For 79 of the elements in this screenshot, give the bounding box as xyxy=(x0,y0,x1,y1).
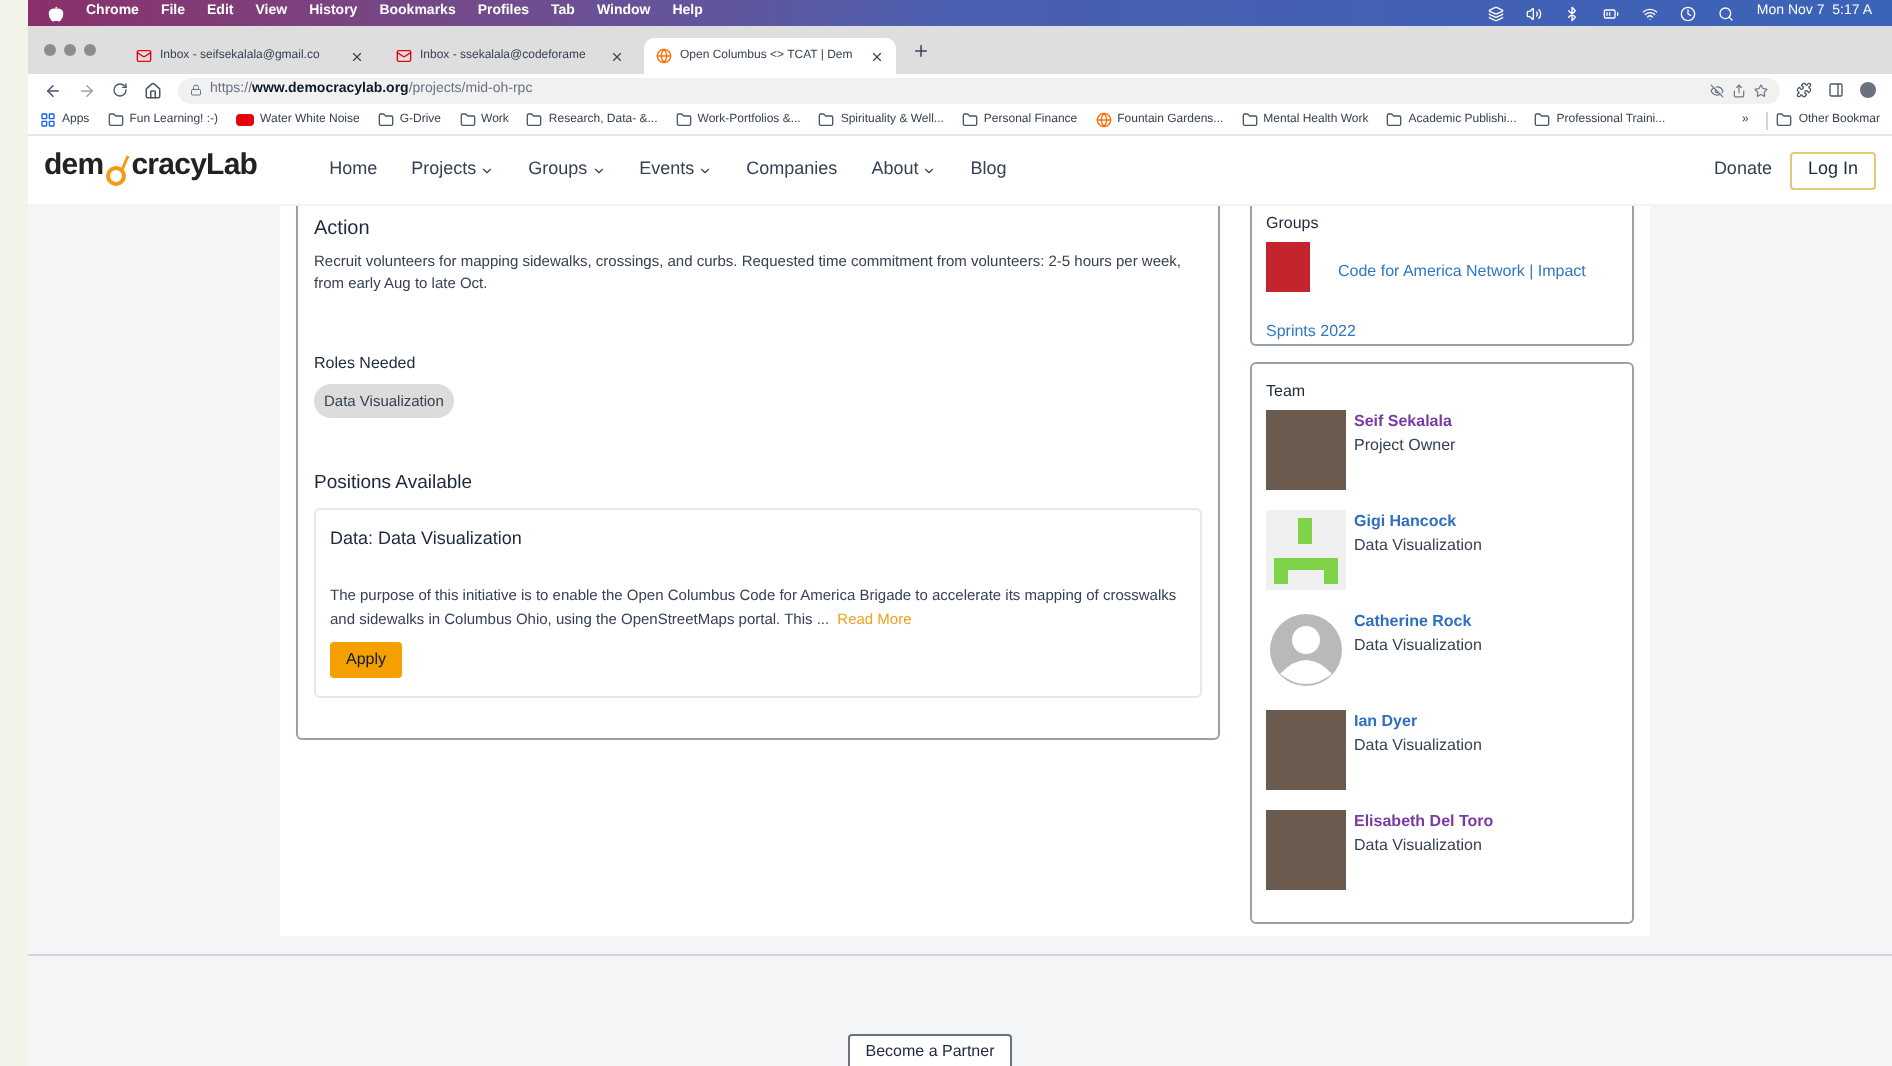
play-icon xyxy=(236,114,255,126)
bluetooth-icon[interactable] xyxy=(1564,5,1581,21)
folder-icon xyxy=(1386,112,1403,128)
nav-link[interactable]: Companies xyxy=(746,156,838,184)
profile-avatar[interactable] xyxy=(1860,82,1876,98)
puzzle-icon[interactable] xyxy=(1796,82,1812,98)
home-icon[interactable] xyxy=(144,81,162,99)
folder-icon xyxy=(1241,112,1258,128)
lock-icon xyxy=(190,84,202,96)
caret-icon xyxy=(698,163,713,177)
section-heading: Roles Needed xyxy=(314,352,418,376)
login-button[interactable]: Log In xyxy=(1789,151,1876,189)
folder-icon xyxy=(675,112,692,128)
close-icon[interactable] xyxy=(610,49,624,63)
member-name-link[interactable]: Seif Sekalala xyxy=(1354,410,1456,434)
folder-icon xyxy=(961,112,978,128)
member-role: Data Visualization xyxy=(1354,834,1484,858)
battery-icon[interactable] xyxy=(1602,5,1621,21)
star-icon[interactable] xyxy=(1754,83,1768,97)
globe-icon xyxy=(1095,112,1112,128)
apple-icon[interactable] xyxy=(48,5,64,21)
search-icon[interactable] xyxy=(1718,5,1735,21)
folder-icon xyxy=(526,112,543,128)
folder-icon xyxy=(377,112,394,128)
forward-icon[interactable] xyxy=(78,81,96,99)
layers-icon[interactable] xyxy=(1488,5,1505,21)
nav-link[interactable]: Home xyxy=(329,156,378,184)
folder-icon xyxy=(818,112,835,128)
clock-icon[interactable] xyxy=(1680,5,1697,21)
volume-icon[interactable] xyxy=(1526,5,1543,21)
folder-icon xyxy=(1776,112,1793,128)
avatar-silhouette-icon xyxy=(1266,610,1346,690)
donate-link[interactable]: Donate xyxy=(1713,156,1772,184)
apply-button[interactable]: Apply xyxy=(330,642,403,678)
member-name-link[interactable]: Catherine Rock xyxy=(1354,610,1482,634)
member-role: Data Visualization xyxy=(1354,634,1482,658)
back-icon[interactable] xyxy=(44,81,62,99)
member-role: Data Visualization xyxy=(1354,734,1482,758)
nav-link[interactable]: Groups xyxy=(528,156,606,184)
wifi-icon[interactable] xyxy=(1642,5,1659,21)
folder-icon xyxy=(107,112,124,128)
section-heading: Action xyxy=(314,216,372,244)
reload-icon[interactable] xyxy=(112,82,128,98)
member-name-link[interactable]: Elisabeth Del Toro xyxy=(1354,810,1494,834)
become-partner-button[interactable]: Become a Partner xyxy=(847,1034,1013,1066)
nav-link[interactable]: About xyxy=(871,156,937,184)
caret-icon xyxy=(591,163,606,177)
new-tab-icon[interactable] xyxy=(912,41,930,59)
photo-placeholder xyxy=(1266,710,1346,790)
globe-icon xyxy=(656,48,672,64)
member-role: Project Owner xyxy=(1354,434,1456,458)
folder-icon xyxy=(1534,112,1551,128)
nav-link[interactable]: Events xyxy=(639,156,713,184)
sidebar-icon[interactable] xyxy=(1828,82,1844,98)
eye-off-icon[interactable] xyxy=(1710,83,1724,97)
member-role: Data Visualization xyxy=(1354,534,1482,558)
group-logo-placeholder xyxy=(1266,242,1310,292)
member-name-link[interactable]: Ian Dyer xyxy=(1354,710,1482,734)
close-icon[interactable] xyxy=(350,49,364,63)
caret-icon xyxy=(480,163,495,177)
nav-link[interactable]: Projects xyxy=(411,156,495,184)
position-title: Data: Data Visualization xyxy=(330,525,524,551)
group-link[interactable]: Code for America Network | Impact Sprints 2022 xyxy=(1266,242,1618,362)
close-icon[interactable] xyxy=(870,49,884,63)
mail-icon xyxy=(136,48,152,64)
identicon-icon xyxy=(1266,510,1346,590)
section-heading: Groups xyxy=(1266,212,1321,236)
section-heading: Positions Available xyxy=(314,470,475,499)
mail-icon xyxy=(396,48,412,64)
folder-icon xyxy=(459,112,476,128)
member-name-link[interactable]: Gigi Hancock xyxy=(1354,510,1482,534)
site-logo[interactable]: dem cracyLab xyxy=(44,150,258,190)
nav-link[interactable]: Blog xyxy=(970,156,1007,184)
caret-icon xyxy=(922,163,937,177)
photo-placeholder xyxy=(1266,410,1346,490)
share-icon[interactable] xyxy=(1732,83,1746,97)
photo-placeholder xyxy=(1266,810,1346,890)
grid-icon xyxy=(40,112,56,128)
section-heading: Team xyxy=(1266,380,1308,404)
